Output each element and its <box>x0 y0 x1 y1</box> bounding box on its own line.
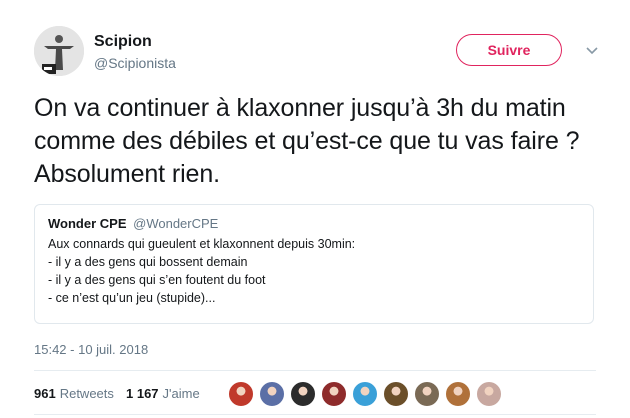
quoted-tweet[interactable]: Wonder CPE @WonderCPE Aux connards qui g… <box>34 204 594 324</box>
quoted-tweet-header: Wonder CPE @WonderCPE <box>48 215 580 232</box>
retweets-stat[interactable]: 961 Retweets <box>34 386 114 401</box>
liker-avatar-2[interactable] <box>259 381 285 407</box>
liker-avatar-6[interactable] <box>383 381 409 407</box>
liker-avatar-4[interactable] <box>321 381 347 407</box>
chevron-down-icon[interactable] <box>584 42 600 58</box>
retweets-count: 961 <box>34 386 56 401</box>
engagement-stats: 961 Retweets 1 167 J'aime <box>34 380 604 408</box>
user-names: Scipion @Scipionista <box>94 32 176 72</box>
quoted-display-name: Wonder CPE <box>48 216 127 231</box>
liker-avatar-7[interactable] <box>414 381 440 407</box>
tweet-text: On va continuer à klaxonner jusqu’à 3h d… <box>34 94 580 188</box>
display-name[interactable]: Scipion <box>94 32 176 52</box>
likes-stat[interactable]: 1 167 J'aime <box>126 386 200 401</box>
user-handle[interactable]: @Scipionista <box>94 54 176 72</box>
liker-avatar-8[interactable] <box>445 381 471 407</box>
likes-count: 1 167 <box>126 386 159 401</box>
follow-button[interactable]: Suivre <box>456 34 562 66</box>
divider <box>34 414 596 415</box>
liker-avatar-9[interactable] <box>476 381 502 407</box>
retweets-label: Retweets <box>59 386 114 401</box>
quoted-text-line: - il y a des gens qui s’en foutent du fo… <box>48 273 266 287</box>
liker-avatar-5[interactable] <box>352 381 378 407</box>
quoted-text-line: - il y a des gens qui bossent demain <box>48 255 248 269</box>
likes-label: J'aime <box>162 386 200 401</box>
quoted-user-handle: @WonderCPE <box>133 216 219 231</box>
quoted-tweet-body: Aux connards qui gueulent et klaxonnent … <box>48 235 580 307</box>
tweet-header: Scipion @Scipionista Suivre <box>34 26 604 80</box>
divider <box>34 370 596 371</box>
tweet-timestamp[interactable]: 15:42 - 10 juil. 2018 <box>34 342 148 357</box>
quoted-text-line: - ce n’est qu’un jeu (stupide)... <box>48 291 216 305</box>
liker-avatar-3[interactable] <box>290 381 316 407</box>
avatar[interactable] <box>34 26 84 76</box>
quoted-text-line: Aux connards qui gueulent et klaxonnent … <box>48 237 356 251</box>
liker-avatar-1[interactable] <box>228 381 254 407</box>
